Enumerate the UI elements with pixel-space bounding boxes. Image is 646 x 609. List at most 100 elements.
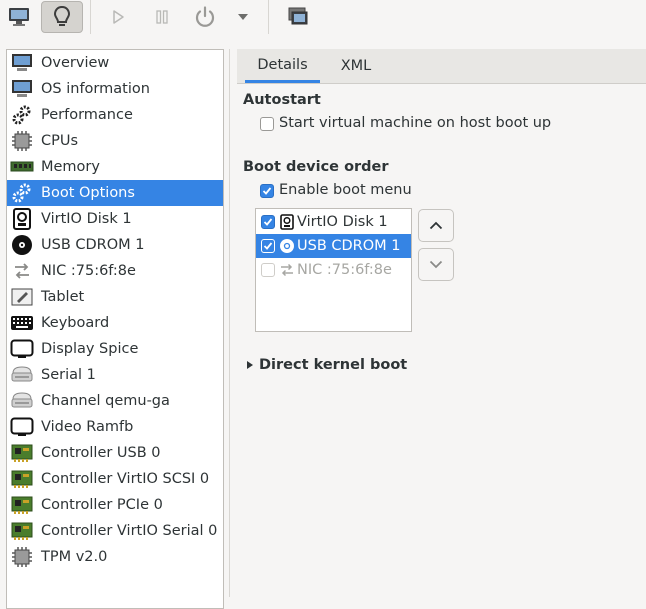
boot-device-row[interactable]: USB CDROM 1: [256, 234, 411, 258]
shutdown-menu-button[interactable]: [232, 1, 254, 33]
boot-order-heading: Boot device order: [243, 159, 389, 175]
monitor-icon: [9, 51, 35, 75]
autostart-checkbox[interactable]: [260, 117, 274, 131]
gears-icon: [9, 181, 35, 205]
sidebar-item-label: OS information: [41, 81, 150, 97]
monitor-icon: [9, 8, 29, 26]
sidebar-item-label: Controller USB 0: [41, 445, 161, 461]
sidebar-item-performance[interactable]: Performance: [7, 102, 223, 128]
sidebar-item-boot-options[interactable]: Boot Options: [7, 180, 223, 206]
console-button[interactable]: [3, 1, 35, 33]
move-up-button[interactable]: [418, 209, 454, 242]
direct-kernel-boot-expander[interactable]: Direct kernel boot: [246, 357, 407, 373]
toolbar-separator: [90, 0, 91, 34]
sidebar-item-label: VirtIO Disk 1: [41, 211, 132, 227]
autostart-heading: Autostart: [243, 92, 321, 108]
boot-device-label: NIC :75:6f:8e: [297, 262, 392, 278]
sidebar-item-tablet[interactable]: Tablet: [7, 284, 223, 310]
run-button[interactable]: [103, 1, 133, 33]
boot-device-label: USB CDROM 1: [297, 238, 401, 254]
pane-divider[interactable]: [229, 49, 230, 597]
sidebar-item-label: Keyboard: [41, 315, 110, 331]
display-icon: [9, 415, 35, 439]
snapshots-icon: [288, 7, 308, 25]
power-icon: [195, 6, 215, 27]
sidebar-item-controller-usb[interactable]: Controller USB 0: [7, 440, 223, 466]
sidebar-item-overview[interactable]: Overview: [7, 50, 223, 76]
checkmark-icon: [263, 218, 273, 226]
sidebar-item-nic[interactable]: NIC :75:6f:8e: [7, 258, 223, 284]
sidebar-item-virtio-disk[interactable]: VirtIO Disk 1: [7, 206, 223, 232]
tab-xml[interactable]: XML: [328, 49, 384, 83]
serial-icon: [9, 389, 35, 413]
controller-icon: [9, 493, 35, 517]
sidebar-item-label: Serial 1: [41, 367, 96, 383]
controller-icon: [9, 519, 35, 543]
sidebar-item-tpm[interactable]: TPM v2.0: [7, 544, 223, 570]
toolbar: [0, 0, 646, 36]
sidebar-item-label: Display Spice: [41, 341, 139, 357]
snapshots-button[interactable]: [282, 1, 314, 33]
move-down-button[interactable]: [418, 248, 454, 281]
shutdown-button[interactable]: [189, 1, 221, 33]
boot-device-list: VirtIO Disk 1 USB CDROM 1 NIC :75:6f:8e: [255, 208, 412, 332]
boot-device-label: VirtIO Disk 1: [297, 214, 388, 230]
cdrom-icon: [279, 237, 295, 255]
keyboard-icon: [9, 311, 35, 335]
gears-icon: [9, 103, 35, 127]
tab-label: Details: [257, 56, 308, 73]
sidebar-item-label: Tablet: [41, 289, 85, 305]
details-button[interactable]: [41, 1, 83, 33]
sidebar-item-label: USB CDROM 1: [41, 237, 145, 253]
sidebar-item-keyboard[interactable]: Keyboard: [7, 310, 223, 336]
sidebar-item-controller-virtio-serial[interactable]: Controller VirtIO Serial 0: [7, 518, 223, 544]
boot-device-row[interactable]: NIC :75:6f:8e: [256, 258, 411, 282]
sidebar-item-label: Controller VirtIO Serial 0: [41, 523, 218, 539]
pause-icon: [156, 10, 168, 24]
sidebar-item-controller-virtio-scsi[interactable]: Controller VirtIO SCSI 0: [7, 466, 223, 492]
checkmark-icon: [263, 242, 273, 250]
sidebar-item-label: Channel qemu-ga: [41, 393, 170, 409]
boot-device-checkbox[interactable]: [261, 239, 275, 253]
tab-details[interactable]: Details: [245, 49, 320, 83]
enable-boot-menu-checkbox[interactable]: [260, 184, 274, 198]
sidebar-item-label: Controller PCIe 0: [41, 497, 163, 513]
chevron-down-icon: [238, 14, 248, 20]
sidebar-item-display-spice[interactable]: Display Spice: [7, 336, 223, 362]
disk-icon: [279, 213, 295, 231]
sidebar-item-cpus[interactable]: CPUs: [7, 128, 223, 154]
chip-icon: [9, 129, 35, 153]
sidebar-item-memory[interactable]: Memory: [7, 154, 223, 180]
sidebar-item-label: CPUs: [41, 133, 79, 149]
boot-device-row[interactable]: VirtIO Disk 1: [256, 210, 411, 234]
direct-kernel-boot-label: Direct kernel boot: [259, 357, 408, 373]
sidebar-item-label: Boot Options: [41, 185, 135, 201]
tablet-icon: [9, 285, 35, 309]
sidebar-item-label: Controller VirtIO SCSI 0: [41, 471, 210, 487]
toolbar-separator: [268, 0, 269, 34]
chip-icon: [9, 545, 35, 569]
boot-device-checkbox[interactable]: [261, 215, 275, 229]
sidebar-item-video[interactable]: Video Ramfb: [7, 414, 223, 440]
autostart-checkbox-label[interactable]: Start virtual machine on host boot up: [279, 115, 551, 131]
monitor-icon: [9, 77, 35, 101]
sidebar-item-label: Video Ramfb: [41, 419, 134, 435]
network-icon: [279, 261, 295, 279]
sidebar-item-usb-cdrom[interactable]: USB CDROM 1: [7, 232, 223, 258]
sidebar-item-controller-pcie[interactable]: Controller PCIe 0: [7, 492, 223, 518]
sidebar-item-label: Memory: [41, 159, 100, 175]
sidebar-item-label: NIC :75:6f:8e: [41, 263, 136, 279]
memory-icon: [9, 155, 35, 179]
disk-icon: [9, 207, 35, 231]
pause-button[interactable]: [147, 1, 177, 33]
hardware-list: Overview OS information Performance CPUs…: [6, 49, 224, 609]
sidebar-item-os-information[interactable]: OS information: [7, 76, 223, 102]
sidebar-item-channel[interactable]: Channel qemu-ga: [7, 388, 223, 414]
lightbulb-icon: [53, 5, 71, 26]
boot-device-checkbox[interactable]: [261, 263, 275, 277]
checkmark-icon: [262, 187, 272, 195]
sidebar-item-serial[interactable]: Serial 1: [7, 362, 223, 388]
sidebar-item-label: TPM v2.0: [41, 549, 108, 565]
play-icon: [113, 10, 124, 24]
enable-boot-menu-label[interactable]: Enable boot menu: [279, 182, 412, 198]
